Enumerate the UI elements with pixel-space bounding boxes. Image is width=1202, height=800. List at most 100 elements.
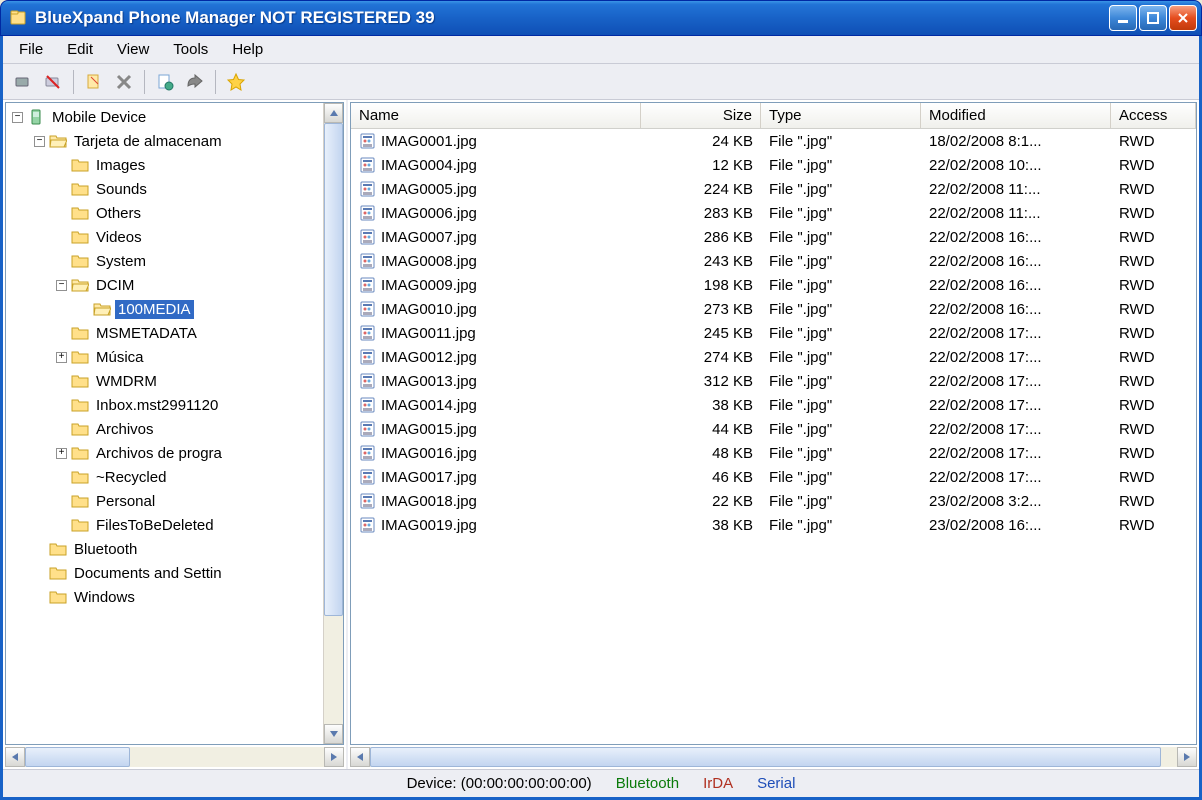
tree-label[interactable]: System	[93, 252, 149, 271]
scroll-left-icon[interactable]	[5, 747, 25, 767]
tool-refresh-icon[interactable]	[151, 68, 179, 96]
scroll-thumb[interactable]	[25, 747, 130, 767]
tree-item-filesdel[interactable]: FilesToBeDeleted	[6, 513, 323, 537]
tool-copy-icon[interactable]	[80, 68, 108, 96]
tree-label[interactable]: Videos	[93, 228, 145, 247]
tree-toggle-icon[interactable]: −	[12, 112, 23, 123]
scroll-left-icon[interactable]	[350, 747, 370, 767]
close-button[interactable]	[1169, 5, 1197, 31]
tree-label[interactable]: Mobile Device	[49, 108, 149, 127]
tree-item-root[interactable]: − Mobile Device	[6, 105, 323, 129]
tool-connect-icon[interactable]	[9, 68, 37, 96]
tree-horizontal-scrollbar[interactable]	[5, 747, 344, 767]
file-row[interactable]: IMAG0006.jpg 283 KB File ".jpg" 22/02/20…	[351, 201, 1196, 225]
tree-label[interactable]: Inbox.mst2991120	[93, 396, 221, 415]
menu-tools[interactable]: Tools	[161, 38, 220, 61]
tree-label[interactable]: Música	[93, 348, 147, 367]
tree-item-docsettings[interactable]: Documents and Settin	[6, 561, 323, 585]
status-serial[interactable]: Serial	[757, 775, 795, 792]
column-header-modified[interactable]: Modified	[921, 103, 1111, 128]
tool-delete-icon[interactable]	[110, 68, 138, 96]
scroll-up-icon[interactable]	[324, 103, 343, 123]
tree-item-images[interactable]: Images	[6, 153, 323, 177]
tree-item-videos[interactable]: Videos	[6, 225, 323, 249]
tree-item-others[interactable]: Others	[6, 201, 323, 225]
tree-toggle-icon[interactable]: −	[34, 136, 45, 147]
scroll-thumb[interactable]	[370, 747, 1161, 767]
tree-toggle-icon[interactable]: −	[56, 280, 67, 291]
status-irda[interactable]: IrDA	[703, 775, 733, 792]
status-bluetooth[interactable]: Bluetooth	[616, 775, 679, 792]
tool-favorite-icon[interactable]	[222, 68, 250, 96]
tree-label[interactable]: Tarjeta de almacenam	[71, 132, 225, 151]
tool-export-icon[interactable]	[181, 68, 209, 96]
file-row[interactable]: IMAG0018.jpg 22 KB File ".jpg" 23/02/200…	[351, 489, 1196, 513]
column-header-access[interactable]: Access	[1111, 103, 1196, 128]
tree-item-musica[interactable]: + Música	[6, 345, 323, 369]
tree-label[interactable]: ~Recycled	[93, 468, 169, 487]
tree-label[interactable]: FilesToBeDeleted	[93, 516, 217, 535]
menu-help[interactable]: Help	[220, 38, 275, 61]
tree-item-recycled[interactable]: ~Recycled	[6, 465, 323, 489]
scroll-thumb[interactable]	[324, 123, 343, 616]
tree-toggle-icon[interactable]: +	[56, 448, 67, 459]
tree-label[interactable]: Images	[93, 156, 148, 175]
file-row[interactable]: IMAG0005.jpg 224 KB File ".jpg" 22/02/20…	[351, 177, 1196, 201]
file-row[interactable]: IMAG0013.jpg 312 KB File ".jpg" 22/02/20…	[351, 369, 1196, 393]
tree-label[interactable]: Sounds	[93, 180, 150, 199]
menu-edit[interactable]: Edit	[55, 38, 105, 61]
file-row[interactable]: IMAG0004.jpg 12 KB File ".jpg" 22/02/200…	[351, 153, 1196, 177]
list-horizontal-scrollbar[interactable]	[350, 747, 1197, 767]
file-row[interactable]: IMAG0009.jpg 198 KB File ".jpg" 22/02/20…	[351, 273, 1196, 297]
tree-label[interactable]: Others	[93, 204, 144, 223]
tree-item-dcim[interactable]: − DCIM	[6, 273, 323, 297]
tree-label[interactable]: 100MEDIA	[115, 300, 194, 319]
tree-label[interactable]: DCIM	[93, 276, 137, 295]
file-row[interactable]: IMAG0019.jpg 38 KB File ".jpg" 23/02/200…	[351, 513, 1196, 537]
minimize-button[interactable]	[1109, 5, 1137, 31]
tree-item-media[interactable]: 100MEDIA	[6, 297, 323, 321]
tree-label[interactable]: Bluetooth	[71, 540, 140, 559]
file-row[interactable]: IMAG0001.jpg 24 KB File ".jpg" 18/02/200…	[351, 129, 1196, 153]
tree-item-windows[interactable]: Windows	[6, 585, 323, 609]
tree-label[interactable]: Personal	[93, 492, 158, 511]
file-list[interactable]: IMAG0001.jpg 24 KB File ".jpg" 18/02/200…	[351, 129, 1196, 744]
file-row[interactable]: IMAG0011.jpg 245 KB File ".jpg" 22/02/20…	[351, 321, 1196, 345]
column-header-size[interactable]: Size	[641, 103, 761, 128]
tree-item-sounds[interactable]: Sounds	[6, 177, 323, 201]
tree-item-archivos[interactable]: Archivos	[6, 417, 323, 441]
tree-item-system[interactable]: System	[6, 249, 323, 273]
tree-vertical-scrollbar[interactable]	[323, 103, 343, 744]
tree-item-personal[interactable]: Personal	[6, 489, 323, 513]
tree-label[interactable]: Archivos de progra	[93, 444, 225, 463]
tree-item-msmeta[interactable]: MSMETADATA	[6, 321, 323, 345]
tree-item-inbox[interactable]: Inbox.mst2991120	[6, 393, 323, 417]
tree-item-bluetooth[interactable]: Bluetooth	[6, 537, 323, 561]
scroll-right-icon[interactable]	[1177, 747, 1197, 767]
column-header-name[interactable]: Name	[351, 103, 641, 128]
tree-label[interactable]: WMDRM	[93, 372, 160, 391]
file-row[interactable]: IMAG0007.jpg 286 KB File ".jpg" 22/02/20…	[351, 225, 1196, 249]
file-row[interactable]: IMAG0012.jpg 274 KB File ".jpg" 22/02/20…	[351, 345, 1196, 369]
file-row[interactable]: IMAG0010.jpg 273 KB File ".jpg" 22/02/20…	[351, 297, 1196, 321]
file-row[interactable]: IMAG0015.jpg 44 KB File ".jpg" 22/02/200…	[351, 417, 1196, 441]
tree-toggle-icon[interactable]: +	[56, 352, 67, 363]
tree-item-wmdrm[interactable]: WMDRM	[6, 369, 323, 393]
menu-view[interactable]: View	[105, 38, 161, 61]
file-row[interactable]: IMAG0008.jpg 243 KB File ".jpg" 22/02/20…	[351, 249, 1196, 273]
scroll-down-icon[interactable]	[324, 724, 343, 744]
titlebar[interactable]: BlueXpand Phone Manager NOT REGISTERED 3…	[0, 0, 1202, 36]
tree-label[interactable]: Archivos	[93, 420, 157, 439]
tree-label[interactable]: Documents and Settin	[71, 564, 225, 583]
tree-label[interactable]: MSMETADATA	[93, 324, 200, 343]
file-row[interactable]: IMAG0016.jpg 48 KB File ".jpg" 22/02/200…	[351, 441, 1196, 465]
file-row[interactable]: IMAG0017.jpg 46 KB File ".jpg" 22/02/200…	[351, 465, 1196, 489]
tool-disconnect-icon[interactable]	[39, 68, 67, 96]
folder-tree[interactable]: −Mobile Device−Tarjeta de almacenamImage…	[6, 103, 323, 744]
scroll-right-icon[interactable]	[324, 747, 344, 767]
tree-item-progra[interactable]: + Archivos de progra	[6, 441, 323, 465]
column-header-type[interactable]: Type	[761, 103, 921, 128]
menu-file[interactable]: File	[7, 38, 55, 61]
tree-label[interactable]: Windows	[71, 588, 138, 607]
tree-item-storage[interactable]: − Tarjeta de almacenam	[6, 129, 323, 153]
